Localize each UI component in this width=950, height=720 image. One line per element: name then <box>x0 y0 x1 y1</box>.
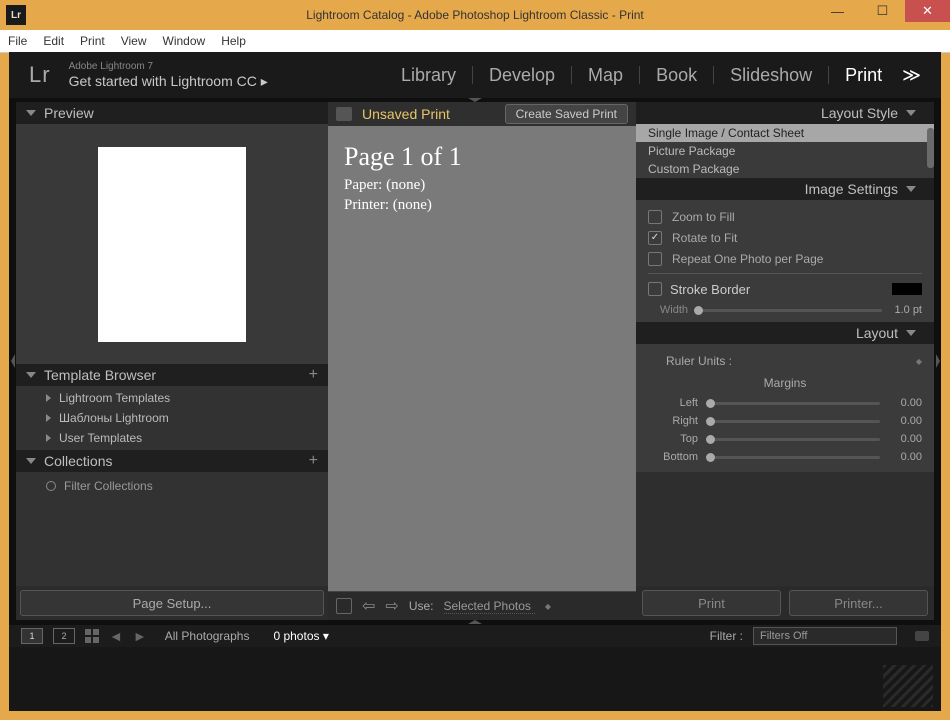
filter-collections-input[interactable]: Filter Collections <box>16 476 328 496</box>
maximize-button[interactable]: ☐ <box>860 0 905 22</box>
layout-header[interactable]: Layout <box>636 322 934 344</box>
template-folder[interactable]: User Templates <box>16 428 328 448</box>
ruler-units-dropdown[interactable]: Ruler Units :◆ <box>648 350 922 372</box>
left-panel-collapse[interactable] <box>9 102 16 620</box>
menu-edit[interactable]: Edit <box>43 34 64 48</box>
print-name: Unsaved Print <box>362 106 495 122</box>
stroke-border-checkbox[interactable] <box>648 282 662 296</box>
printer-button[interactable]: Printer... <box>789 590 928 616</box>
filmstrip-collapse[interactable] <box>9 620 941 625</box>
identity-sub: Adobe Lightroom 7 <box>69 61 268 73</box>
layout-style-item[interactable]: Picture Package <box>636 142 934 160</box>
repeat-photo-checkbox[interactable] <box>648 252 662 266</box>
nav-fwd-button[interactable]: ► <box>133 628 147 644</box>
module-map[interactable]: Map <box>572 65 639 86</box>
nav-back-button[interactable]: ◄ <box>109 628 123 644</box>
template-browser-header[interactable]: Template Browser+ <box>16 364 328 386</box>
template-folder[interactable]: Шаблоны Lightroom <box>16 408 328 428</box>
filter-label: Filter : <box>710 629 743 643</box>
use-label: Use: <box>409 599 434 613</box>
printer-info: Printer: (none) <box>344 196 620 216</box>
module-library[interactable]: Library <box>385 65 472 86</box>
layout-style-item[interactable]: Custom Package <box>636 160 934 178</box>
create-saved-print-button[interactable]: Create Saved Print <box>505 104 628 124</box>
preview-paper <box>98 147 246 342</box>
module-print[interactable]: Print <box>829 65 898 86</box>
margin-top-slider[interactable] <box>706 438 880 441</box>
right-panel-scrollbar[interactable] <box>927 128 934 168</box>
module-slideshow[interactable]: Slideshow <box>714 65 828 86</box>
page-count: Page 1 of 1 <box>344 142 620 172</box>
module-develop[interactable]: Develop <box>473 65 571 86</box>
next-page-button[interactable]: ⇨ <box>385 596 398 616</box>
close-button[interactable]: ✕ <box>905 0 950 22</box>
filmstrip[interactable] <box>9 647 941 711</box>
rotate-to-fit-checkbox[interactable] <box>648 231 662 245</box>
preview-header[interactable]: Preview <box>16 102 328 124</box>
margin-bottom-slider[interactable] <box>706 456 880 459</box>
menu-print[interactable]: Print <box>80 34 105 48</box>
margin-left-slider[interactable] <box>706 402 880 405</box>
preview-area <box>16 124 328 364</box>
menu-bar: File Edit Print View Window Help <box>0 30 950 53</box>
filter-dropdown[interactable]: Filters Off <box>753 627 897 645</box>
menu-help[interactable]: Help <box>221 34 246 48</box>
print-canvas: Page 1 of 1 Paper: (none) Printer: (none… <box>328 126 636 591</box>
add-template-button[interactable]: + <box>309 366 318 384</box>
identity-link[interactable]: Get started with Lightroom CC ▸ <box>69 73 268 90</box>
lr-logo: Lr <box>29 62 51 88</box>
add-collection-button[interactable]: + <box>309 452 318 470</box>
primary-display-button[interactable]: 1 <box>21 628 43 644</box>
layout-style-header[interactable]: Layout Style <box>636 102 934 124</box>
print-icon <box>336 107 352 121</box>
window-title: Lightroom Catalog - Adobe Photoshop Ligh… <box>0 0 950 30</box>
menu-window[interactable]: Window <box>163 34 206 48</box>
photo-count[interactable]: 0 photos ▾ <box>273 629 328 643</box>
layout-style-item[interactable]: Single Image / Contact Sheet <box>636 124 934 142</box>
watermark <box>883 665 933 707</box>
paper-info: Paper: (none) <box>344 176 620 196</box>
select-page-checkbox[interactable] <box>336 598 352 614</box>
page-setup-button[interactable]: Page Setup... <box>20 590 324 616</box>
margin-right-slider[interactable] <box>706 420 880 423</box>
grid-view-icon[interactable] <box>85 629 99 643</box>
dropdown-icon: ◆ <box>545 602 551 611</box>
collections-header[interactable]: Collections+ <box>16 450 328 472</box>
module-book[interactable]: Book <box>640 65 713 86</box>
zoom-to-fill-checkbox[interactable] <box>648 210 662 224</box>
menu-file[interactable]: File <box>8 34 27 48</box>
search-icon <box>46 481 56 491</box>
minimize-button[interactable]: — <box>815 0 860 22</box>
prev-page-button[interactable]: ⇦ <box>362 596 375 616</box>
module-overflow-icon[interactable]: ≫ <box>898 65 921 86</box>
use-dropdown[interactable]: Selected Photos <box>444 599 535 614</box>
stroke-color-swatch[interactable] <box>892 283 922 295</box>
template-folder[interactable]: Lightroom Templates <box>16 388 328 408</box>
right-panel-collapse[interactable] <box>934 102 941 620</box>
app-icon: Lr <box>6 5 26 25</box>
print-button[interactable]: Print <box>642 590 781 616</box>
image-settings-header[interactable]: Image Settings <box>636 178 934 200</box>
secondary-display-button[interactable]: 2 <box>53 628 75 644</box>
margins-label: Margins <box>648 376 922 390</box>
source-label[interactable]: All Photographs <box>165 629 250 643</box>
stroke-width-slider[interactable] <box>694 309 882 312</box>
menu-view[interactable]: View <box>121 34 147 48</box>
filter-lock-toggle[interactable] <box>915 631 929 641</box>
